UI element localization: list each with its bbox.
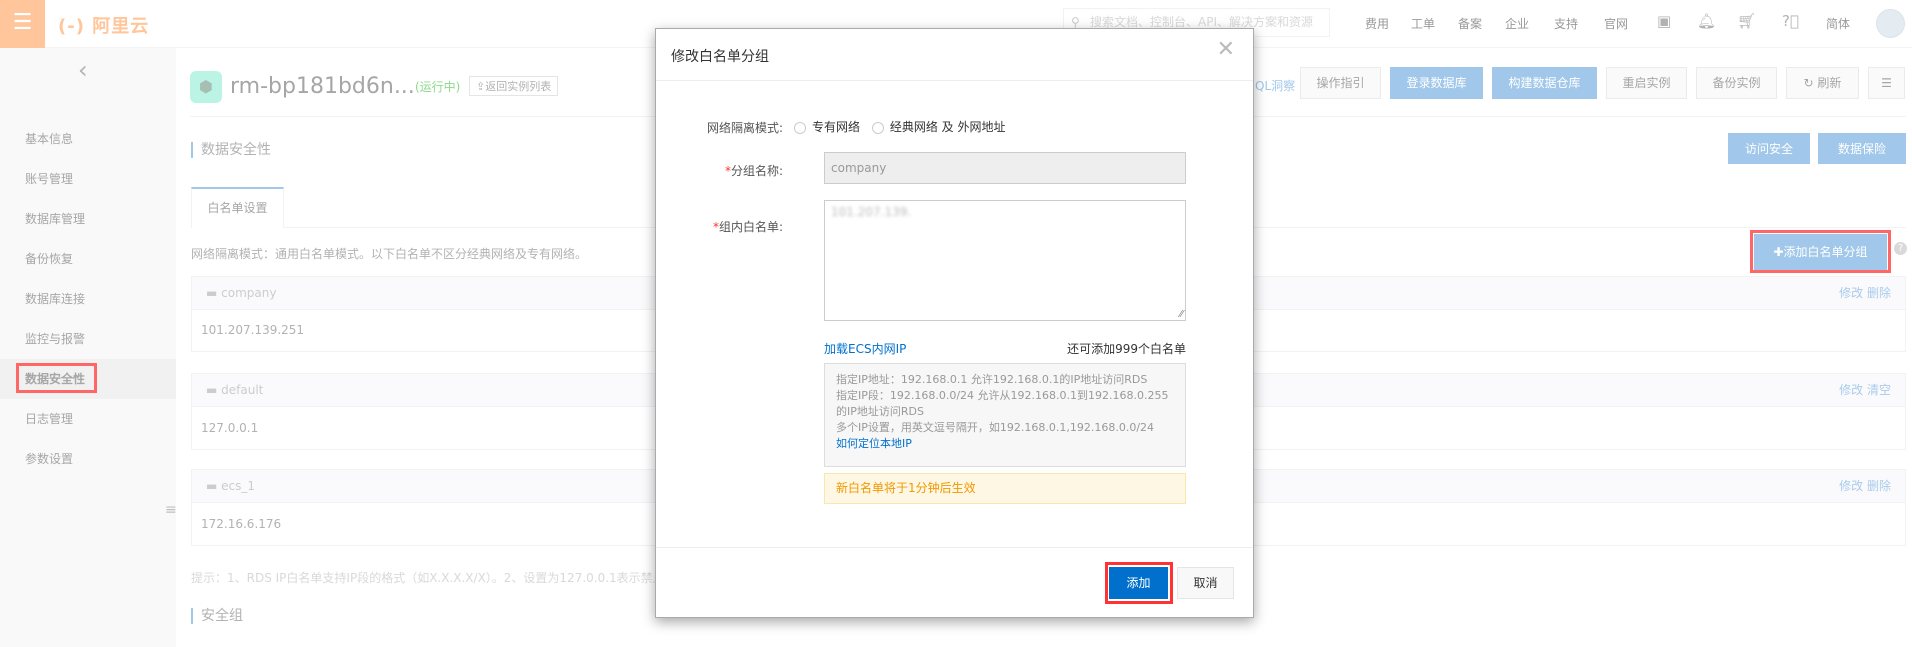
dialog-header-divider	[656, 80, 1253, 81]
resize-handle-icon[interactable]: ⁄⁄	[1180, 309, 1183, 320]
network-mode-radios: 专有网络 经典网络 及 外网地址	[794, 118, 1005, 135]
label-text: 分组名称:	[730, 164, 783, 178]
radio-vpc[interactable]	[794, 121, 806, 134]
mode-label: 网络隔离模式:	[706, 121, 783, 135]
group-name-label: *分组名称:	[724, 164, 783, 178]
help-box: 指定IP地址：192.168.0.1 允许192.168.0.1的IP地址访问R…	[824, 363, 1186, 467]
help-line: 指定IP段：192.168.0.0/24 允许从192.168.0.1到192.…	[836, 389, 1169, 418]
help-line: 多个IP设置，用英文逗号隔开，如192.168.0.1,192.168.0.0/…	[836, 421, 1155, 434]
remaining-count: 还可添加999个白名单	[1067, 342, 1186, 356]
radio-vpc-label[interactable]: 专有网络	[812, 120, 860, 134]
radio-classic-label[interactable]: 经典网络 及 外网地址	[890, 120, 1006, 134]
locate-ip-link[interactable]: 如何定位本地IP	[836, 436, 1174, 452]
load-ecs-ip-link[interactable]: 加载ECS内网IP	[824, 340, 906, 357]
whitelist-textarea[interactable]: 101.207.139. ⁄⁄	[824, 200, 1186, 321]
label-text: 组内白名单:	[718, 220, 783, 234]
edit-whitelist-dialog: 修改白名单分组 ✕ 网络隔离模式: 专有网络 经典网络 及 外网地址 *分组名称…	[655, 28, 1254, 618]
notice-box: 新白名单将于1分钟后生效	[824, 473, 1186, 504]
radio-classic[interactable]	[871, 121, 884, 134]
whitelist-value: 101.207.139.	[831, 205, 912, 219]
cancel-button[interactable]: 取消	[1177, 567, 1234, 599]
close-icon[interactable]: ✕	[1217, 37, 1235, 62]
dialog-title: 修改白名单分组	[671, 49, 769, 65]
help-line: 指定IP地址：192.168.0.1 允许192.168.0.1的IP地址访问R…	[836, 373, 1148, 386]
dialog-footer-divider	[656, 547, 1253, 548]
highlight-box	[1105, 562, 1173, 604]
whitelist-label: *组内白名单:	[712, 220, 783, 234]
group-name-input[interactable]: company	[824, 152, 1186, 184]
